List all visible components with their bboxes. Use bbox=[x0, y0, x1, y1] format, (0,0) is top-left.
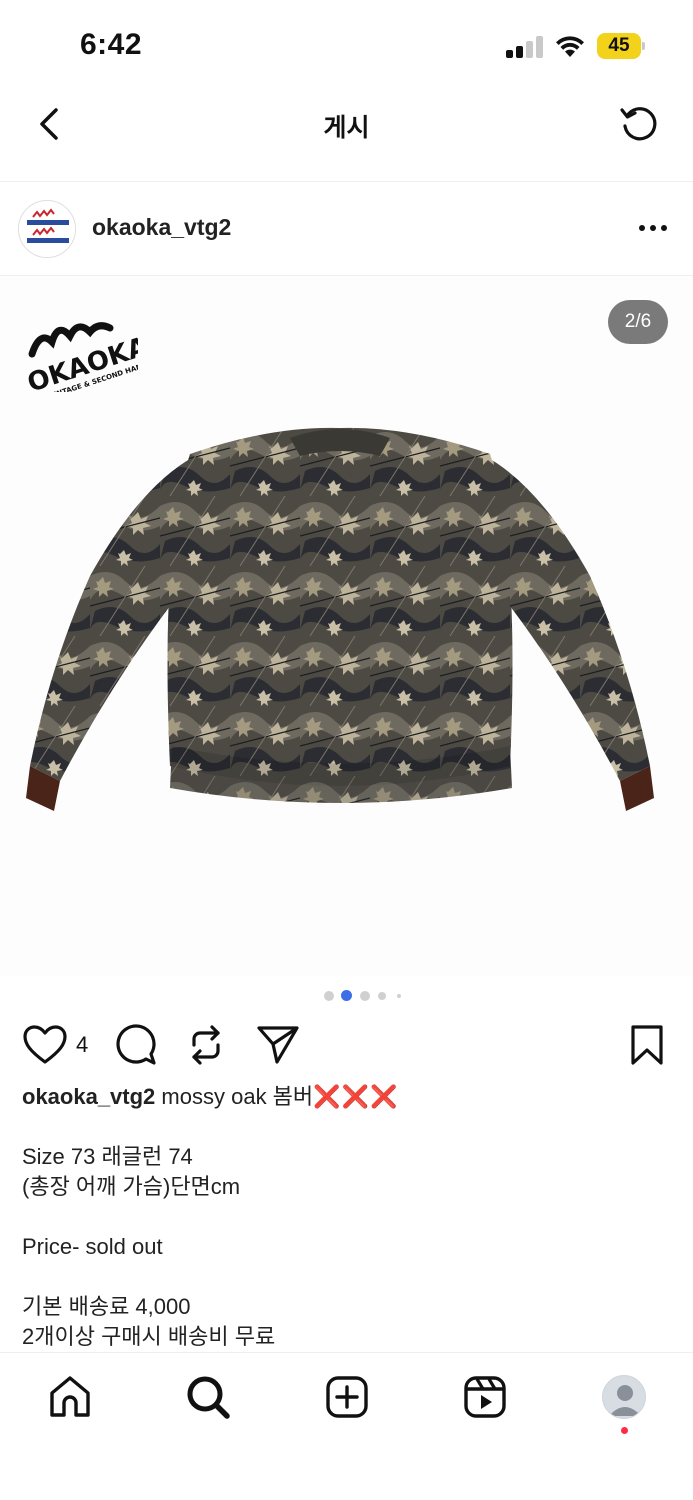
caption-size-line: Size 73 래글런 74 bbox=[22, 1144, 193, 1169]
like-count[interactable]: 4 bbox=[76, 1032, 88, 1058]
okaoka-avatar-logo-icon bbox=[19, 201, 75, 257]
caption-shipping-line: 기본 배송료 4,000 bbox=[22, 1294, 191, 1319]
caption-username[interactable]: okaoka_vtg2 bbox=[22, 1084, 155, 1109]
home-icon[interactable] bbox=[46, 1373, 94, 1421]
carousel-dot bbox=[324, 991, 334, 1001]
post-caption: okaoka_vtg2 mossy oak 봄버❌❌❌ Size 73 래글런 … bbox=[22, 1082, 672, 1352]
top-header: 게시 bbox=[0, 90, 693, 182]
okaoka-brand-logo-icon: OKAOKA VINTAGE & SECOND HANDS bbox=[24, 322, 138, 392]
send-icon[interactable] bbox=[256, 1024, 300, 1066]
carousel-dot bbox=[397, 994, 401, 998]
repost-icon[interactable] bbox=[186, 1023, 226, 1067]
caption-title: mossy oak 봄버 bbox=[161, 1084, 314, 1109]
carousel-dot-active bbox=[341, 990, 352, 1001]
carousel-dot bbox=[360, 991, 370, 1001]
battery-level: 45 bbox=[597, 33, 641, 59]
image-counter-badge: 2/6 bbox=[608, 300, 668, 344]
page-title: 게시 bbox=[323, 114, 370, 142]
post-header: okaoka_vtg2 bbox=[0, 182, 693, 276]
camo-jacket-image bbox=[26, 427, 654, 811]
caption-measure-line: (총장 어깨 가슴)단면cm bbox=[22, 1174, 241, 1199]
battery-indicator: 45 bbox=[597, 33, 645, 59]
caption-free-shipping-line: 2개이상 구매시 배송비 무료 bbox=[22, 1324, 276, 1349]
carousel-dot bbox=[378, 992, 386, 1000]
wifi-icon bbox=[556, 36, 584, 57]
status-time: 6:42 bbox=[80, 28, 143, 61]
post-username[interactable]: okaoka_vtg2 bbox=[92, 214, 231, 241]
comment-icon[interactable] bbox=[114, 1023, 158, 1067]
caption-price-line: Price- sold out bbox=[22, 1234, 163, 1259]
post-image[interactable]: OKAOKA VINTAGE & SECOND HANDS 2/6 bbox=[0, 276, 693, 976]
profile-icon bbox=[609, 1385, 641, 1416]
search-icon[interactable] bbox=[184, 1373, 232, 1421]
status-bar: 6:42 45 bbox=[0, 0, 693, 90]
carousel-indicator bbox=[320, 990, 410, 1002]
add-icon[interactable] bbox=[323, 1373, 371, 1421]
profile-avatar[interactable] bbox=[602, 1375, 646, 1419]
post-actions: 4 bbox=[0, 1020, 693, 1070]
refresh-icon[interactable] bbox=[618, 102, 662, 146]
avatar[interactable] bbox=[18, 200, 76, 258]
bottom-navigation bbox=[0, 1352, 693, 1500]
reels-icon[interactable] bbox=[461, 1373, 509, 1421]
more-horizontal-icon[interactable] bbox=[636, 218, 670, 238]
caption-x-marks: ❌❌❌ bbox=[313, 1084, 399, 1109]
bookmark-icon[interactable] bbox=[630, 1024, 664, 1066]
notification-dot bbox=[621, 1427, 628, 1434]
cellular-signal-icon bbox=[506, 36, 544, 58]
heart-icon[interactable] bbox=[22, 1024, 68, 1066]
